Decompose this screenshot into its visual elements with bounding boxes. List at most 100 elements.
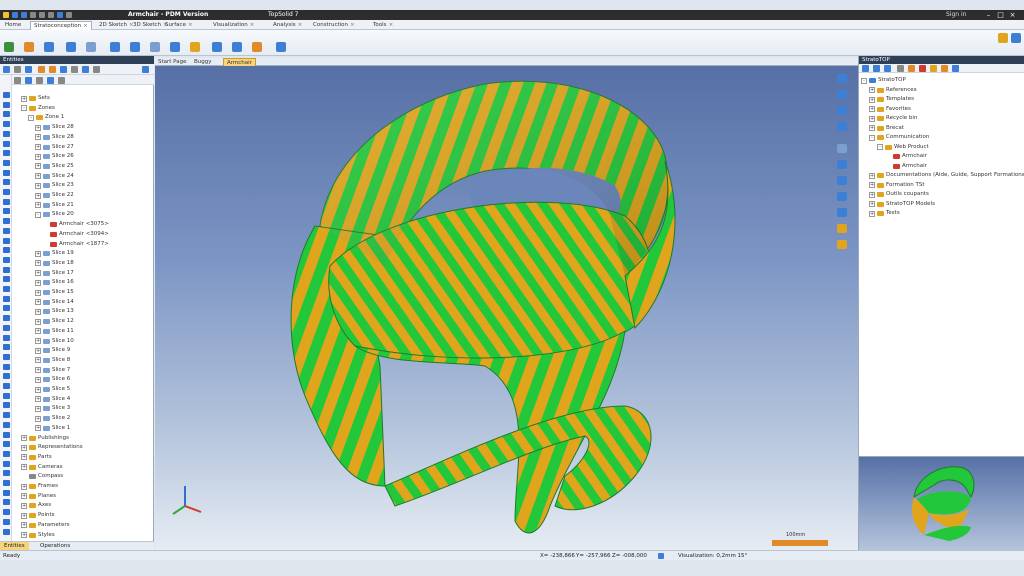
visibility-toggle-icon[interactable] (3, 353, 10, 360)
expand-toggle-icon[interactable]: + (21, 454, 27, 461)
visibility-toggle-icon[interactable] (3, 431, 10, 438)
zone-icon[interactable] (44, 42, 54, 52)
tab-home[interactable]: Home (2, 21, 24, 30)
expand-toggle-icon[interactable]: - (28, 114, 34, 121)
tab-construction[interactable]: Construction × (310, 21, 358, 30)
machine-icon[interactable] (212, 42, 222, 52)
column-icon[interactable] (36, 77, 43, 84)
tree-item[interactable]: + Slice 4 (35, 395, 70, 404)
tree-item[interactable]: + Axes (21, 501, 51, 510)
properties-icon[interactable] (941, 65, 948, 72)
visibility-toggle-icon[interactable] (3, 480, 10, 486)
tree-item[interactable]: + Slice 14 (35, 298, 74, 307)
visibility-toggle-icon[interactable] (3, 441, 10, 448)
tree-item[interactable]: + Recycle bin (869, 114, 917, 123)
expand-toggle-icon[interactable]: + (35, 405, 41, 412)
shaded-icon[interactable] (837, 160, 847, 169)
cut-icon[interactable] (150, 42, 160, 52)
visibility-toggle-icon[interactable] (3, 227, 10, 234)
visibility-toggle-icon[interactable] (3, 518, 10, 525)
visibility-toggle-icon[interactable] (3, 412, 10, 419)
tree-item[interactable]: + Slice 25 (35, 162, 74, 171)
strato-icon[interactable] (4, 42, 14, 52)
tree-item[interactable]: + Slice 1 (35, 424, 70, 433)
document-tab-buggy[interactable]: Buggy (191, 58, 215, 66)
render-icon[interactable] (837, 208, 847, 217)
expand-toggle-icon[interactable]: + (35, 299, 41, 306)
visibility-toggle-icon[interactable] (3, 169, 10, 176)
visibility-toggle-icon[interactable] (3, 305, 10, 312)
expand-toggle-icon[interactable]: - (861, 77, 867, 84)
tree-item[interactable]: + Slice 15 (35, 288, 74, 297)
tree-item[interactable]: + Slice 3 (35, 404, 70, 413)
expand-toggle-icon[interactable]: + (869, 201, 875, 207)
align-icon[interactable] (110, 42, 120, 52)
tree-item[interactable]: + Slice 28 (35, 133, 74, 142)
3d-viewport[interactable] (155, 66, 858, 550)
filter-icon[interactable] (3, 66, 10, 73)
zoom-icon[interactable] (837, 90, 847, 99)
forward-icon[interactable] (884, 65, 891, 72)
tree-item[interactable]: + Slice 16 (35, 278, 74, 287)
expand-toggle-icon[interactable]: + (21, 512, 27, 519)
expand-toggle-icon[interactable]: + (35, 308, 41, 315)
expand-toggle-icon[interactable]: + (21, 532, 27, 538)
visibility-toggle-icon[interactable] (3, 344, 10, 351)
visibility-toggle-icon[interactable] (3, 266, 10, 273)
pan-icon[interactable] (837, 106, 847, 115)
tree-item[interactable]: + Cameras (21, 463, 62, 472)
expand-toggle-icon[interactable]: + (869, 115, 875, 122)
home-icon[interactable] (862, 65, 869, 72)
expand-toggle-icon[interactable]: + (35, 347, 41, 354)
expand-toggle-icon[interactable]: + (35, 357, 41, 364)
expand-toggle-icon[interactable]: + (35, 202, 41, 209)
report-icon[interactable] (232, 42, 242, 52)
tree-item[interactable]: + Points (21, 511, 55, 520)
tab-tools[interactable]: Tools × (370, 21, 396, 30)
expand-toggle-icon[interactable]: + (35, 396, 41, 403)
visibility-toggle-icon[interactable] (3, 159, 10, 166)
expand-toggle-icon[interactable]: + (35, 250, 41, 257)
visibility-toggle-icon[interactable] (3, 286, 10, 292)
materials-icon[interactable] (837, 240, 847, 249)
tree-item[interactable]: + Frames (21, 482, 58, 491)
insert-icon[interactable] (66, 42, 76, 52)
maximize-icon[interactable]: □ (996, 11, 1005, 19)
close-tab-icon[interactable]: × (250, 22, 255, 28)
expand-toggle-icon[interactable]: + (35, 192, 41, 199)
tree-item[interactable]: + Slice 12 (35, 317, 74, 326)
visibility-toggle-icon[interactable] (3, 324, 10, 331)
tab-stratoconception[interactable]: Stratoconception × (30, 21, 92, 30)
visibility-toggle-icon[interactable] (3, 208, 10, 215)
lock-icon[interactable] (71, 66, 78, 73)
expand-toggle-icon[interactable]: + (35, 134, 41, 141)
tree-item[interactable]: Armchair <3075> (42, 220, 109, 229)
minimize-icon[interactable]: – (984, 11, 993, 19)
expand-toggle-icon[interactable]: + (35, 144, 41, 150)
expand-toggle-icon[interactable]: + (869, 96, 875, 103)
expand-toggle-icon[interactable]: - (877, 144, 883, 150)
document-tab-armchair[interactable]: Armchair (223, 58, 256, 66)
redo-icon[interactable] (48, 12, 54, 18)
expand-toggle-icon[interactable]: + (35, 386, 41, 393)
expand-toggle-icon[interactable]: + (869, 125, 875, 131)
document-tab-start-page[interactable]: Start Page (155, 58, 190, 66)
visibility-toggle-icon[interactable] (3, 392, 10, 399)
visibility-toggle-icon[interactable] (3, 237, 10, 244)
visibility-toggle-icon[interactable] (3, 499, 10, 506)
share-icon[interactable] (930, 65, 937, 72)
tree-item[interactable]: Armchair (885, 162, 927, 171)
visibility-toggle-icon[interactable] (3, 218, 10, 225)
expand-toggle-icon[interactable]: + (35, 425, 41, 432)
expand-toggle-icon[interactable]: + (21, 483, 27, 490)
visibility-toggle-icon[interactable] (3, 140, 10, 147)
tree-item[interactable]: + Outils coupants (869, 190, 929, 199)
tool-icon[interactable] (86, 42, 96, 52)
tab-surface[interactable]: Surface × (162, 21, 196, 30)
close-tab-icon[interactable]: × (389, 22, 394, 28)
show-icon[interactable] (49, 66, 56, 73)
undo-icon[interactable] (39, 12, 45, 18)
tree-item[interactable]: + Slice 6 (35, 375, 70, 384)
visibility-toggle-icon[interactable] (3, 121, 10, 128)
visibility-toggle-icon[interactable] (3, 256, 10, 263)
